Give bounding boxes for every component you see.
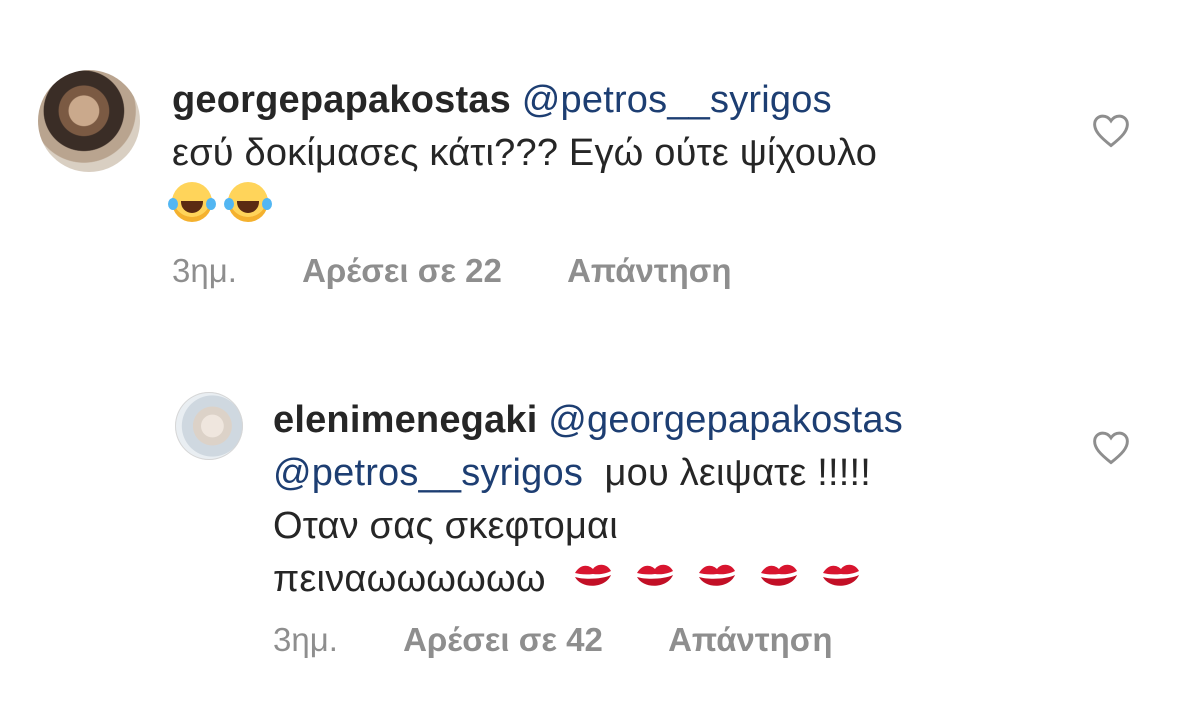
comment-body: georgepapakostas @petros__syrigos εσύ δο…	[168, 74, 1072, 232]
comment-text: Οταν σας σκεφτομαι	[273, 505, 618, 547]
emoji-row	[571, 558, 881, 600]
kiss-mark-icon	[633, 559, 677, 595]
comment-body: elenimenegaki @georgepapakostas @petros_…	[273, 394, 1093, 606]
comment-meta: 3ημ. Αρέσει σε 22 Απάντηση	[172, 252, 732, 290]
heart-icon[interactable]	[1091, 112, 1131, 148]
kiss-mark-icon	[819, 559, 863, 595]
comment-text: πειναωωωωωω	[273, 558, 546, 600]
kiss-mark-icon	[695, 559, 739, 595]
comment-time: 3ημ.	[273, 621, 338, 658]
comment-meta: 3ημ. Αρέσει σε 42 Απάντηση	[273, 621, 833, 659]
mention-link[interactable]: @petros__syrigos	[522, 79, 832, 121]
face-with-tears-of-joy-icon	[224, 182, 268, 222]
kiss-mark-icon	[757, 559, 801, 595]
likes-count[interactable]: Αρέσει σε 22	[302, 252, 502, 290]
comment-text: εσύ δοκίμασες κάτι??? Εγώ ούτε ψίχουλο	[172, 132, 878, 174]
comment-time: 3ημ.	[172, 252, 237, 289]
reply-button[interactable]: Απάντηση	[567, 252, 731, 290]
avatar[interactable]	[38, 70, 140, 172]
comment-username[interactable]: georgepapakostas	[172, 79, 511, 121]
heart-icon[interactable]	[1091, 429, 1131, 465]
emoji-row	[168, 180, 1072, 232]
mention-link[interactable]: @petros__syrigos	[273, 452, 583, 494]
reply-button[interactable]: Απάντηση	[668, 621, 832, 659]
mention-link[interactable]: @georgepapakostas	[548, 399, 903, 441]
comment-text: μου λειψατε !!!!!	[604, 452, 872, 494]
avatar[interactable]	[175, 392, 243, 460]
comment-username[interactable]: elenimenegaki	[273, 399, 538, 441]
kiss-mark-icon	[571, 559, 615, 595]
face-with-tears-of-joy-icon	[168, 182, 212, 222]
likes-count[interactable]: Αρέσει σε 42	[403, 621, 603, 659]
